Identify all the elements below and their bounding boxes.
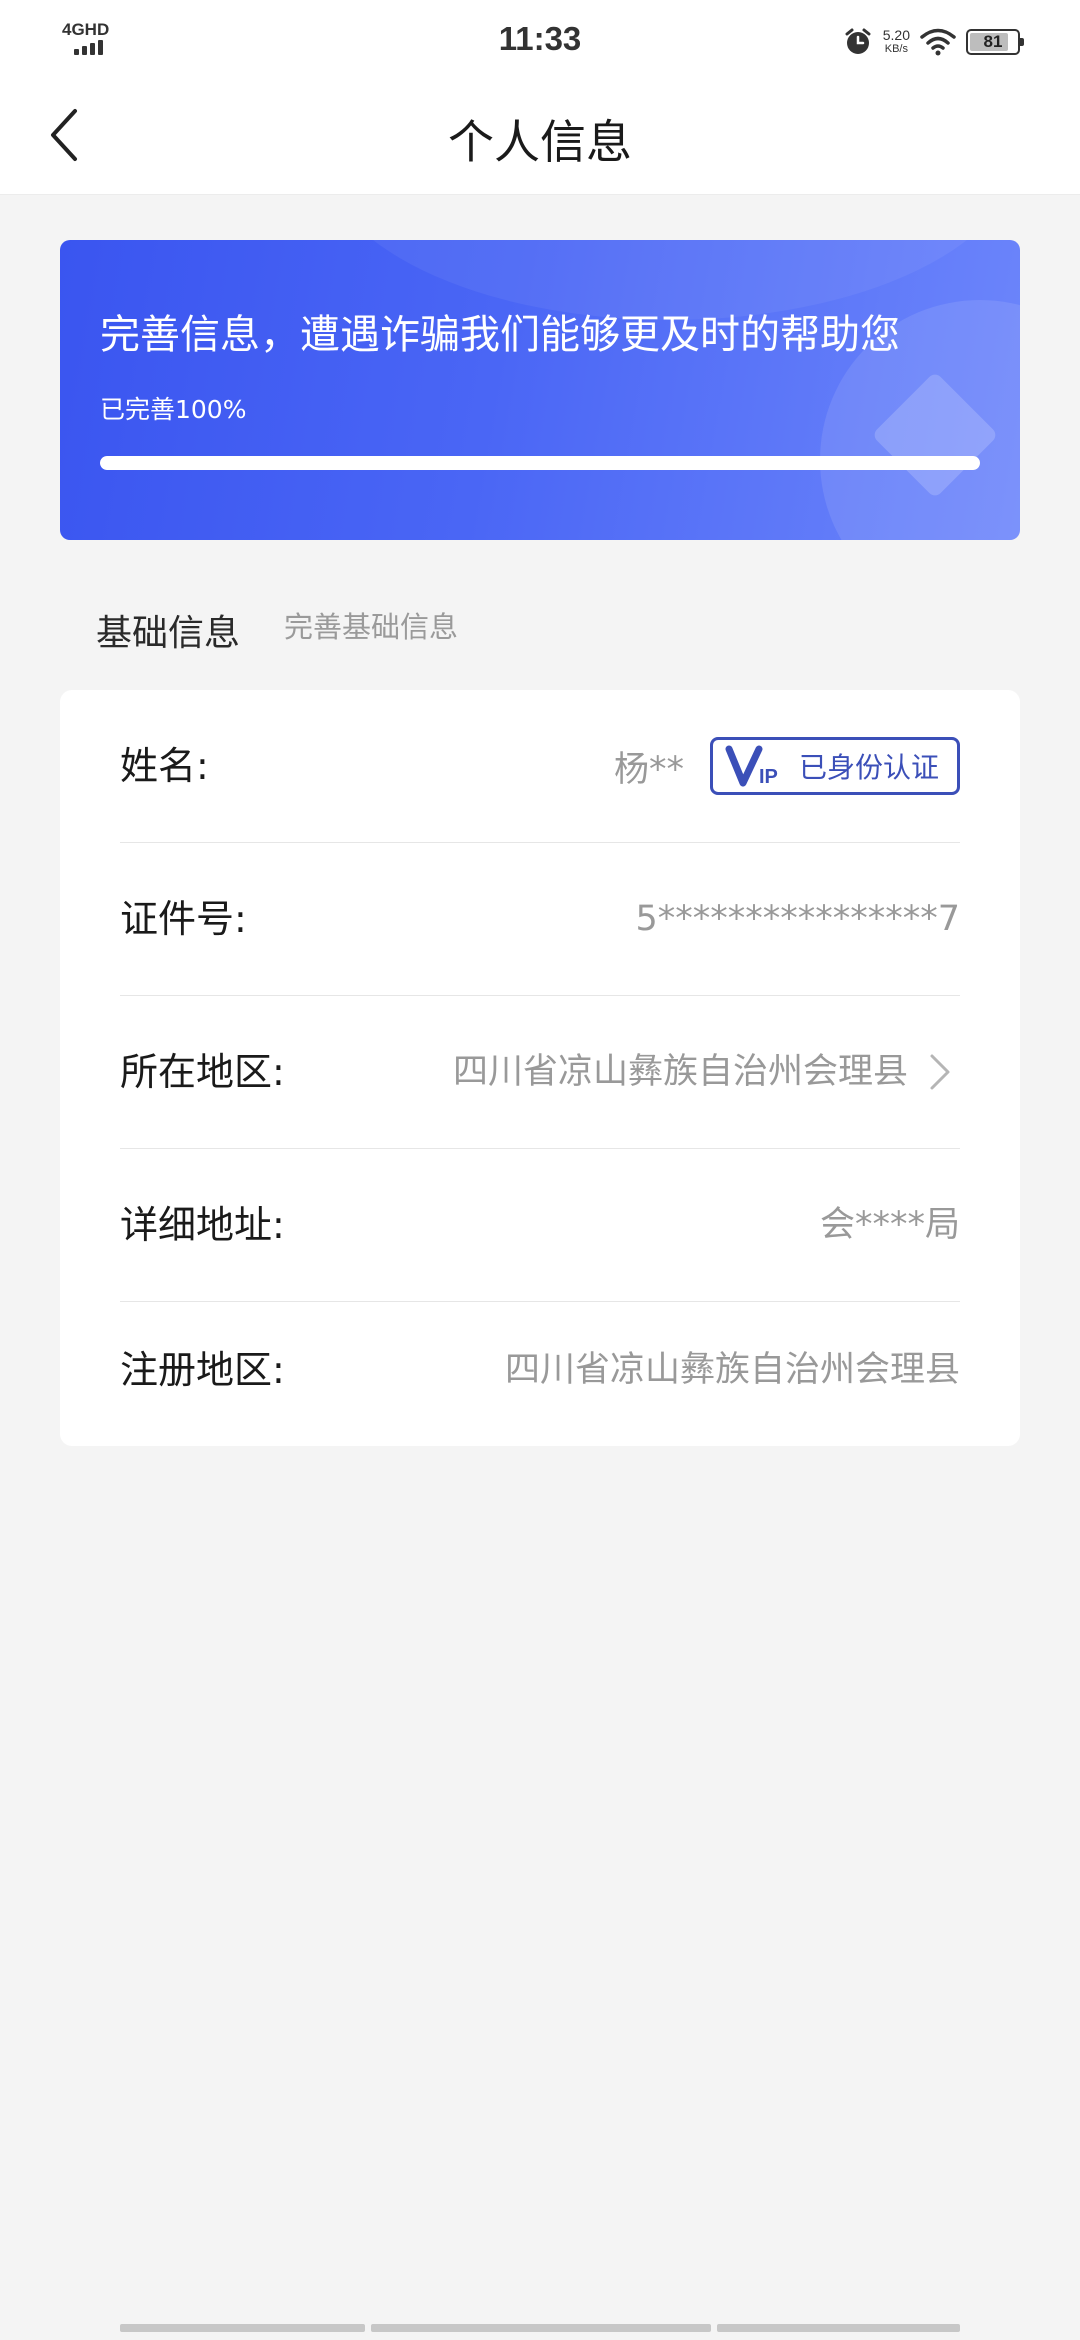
banner-title: 完善信息，遭遇诈骗我们能够更及时的帮助您 [100, 312, 900, 358]
row-value: 5****************7 [635, 899, 960, 939]
info-row-register-region: 注册地区: 四川省凉山彝族自治州会理县 [120, 1294, 960, 1446]
row-label: 所在地区: [120, 1050, 285, 1094]
alarm-icon [845, 28, 871, 54]
progress-bar [100, 456, 980, 470]
svg-text:IP: IP [759, 766, 778, 787]
section-header: 基础信息 完善基础信息 [96, 600, 996, 660]
row-value: 四川省凉山彝族自治州会理县 [452, 1052, 908, 1092]
progress-text: 已完善100% [100, 395, 247, 424]
nav-bar: 个人信息 [0, 80, 1080, 195]
wifi-icon [920, 28, 956, 56]
verified-label: 已身份认证 [798, 751, 939, 784]
info-row-address[interactable]: 详细地址: 会****局 [120, 1149, 960, 1302]
verified-badge: IP 已身份认证 [709, 737, 960, 795]
network-speed-value: 5.20 [882, 27, 910, 43]
info-row-id-number: 证件号: 5****************7 [120, 843, 960, 996]
progress-bar-fill [100, 456, 980, 470]
basic-info-card: 姓名: 杨** IP 已身份认证 证件号: 5****************7… [60, 690, 1020, 1446]
battery-icon: 81 [966, 29, 1024, 55]
row-label: 证件号: [120, 897, 247, 941]
page-title: 个人信息 [448, 115, 632, 169]
battery-level: 81 [983, 32, 1003, 51]
row-label: 详细地址: [120, 1203, 285, 1247]
row-label: 姓名: [120, 744, 209, 788]
section-title: 基础信息 [96, 613, 241, 654]
gesture-bar [120, 2324, 960, 2332]
row-value: 会****局 [819, 1205, 960, 1245]
completion-banner: 完善信息，遭遇诈骗我们能够更及时的帮助您 已完善100% [60, 240, 1020, 540]
chevron-right-icon [930, 1054, 950, 1090]
row-value: 杨** [613, 749, 684, 790]
network-speed: 5.20 KB/s [883, 28, 910, 56]
network-speed-unit: KB/s [884, 43, 908, 55]
vip-icon: IP [725, 745, 778, 787]
row-value: 四川省凉山彝族自治州会理县 [504, 1350, 960, 1390]
status-right-group: 5.20 KB/s 81 [843, 22, 1024, 62]
status-bar: 4GHD 11:33 5.20 KB/s 81 [0, 0, 1080, 80]
row-label: 注册地区: [120, 1348, 285, 1392]
info-row-name: 姓名: 杨** IP 已身份认证 [120, 690, 960, 843]
section-hint: 完善基础信息 [284, 610, 459, 644]
name-value-group: 杨** IP 已身份认证 [614, 690, 960, 842]
info-row-region[interactable]: 所在地区: 四川省凉山彝族自治州会理县 [120, 996, 960, 1149]
